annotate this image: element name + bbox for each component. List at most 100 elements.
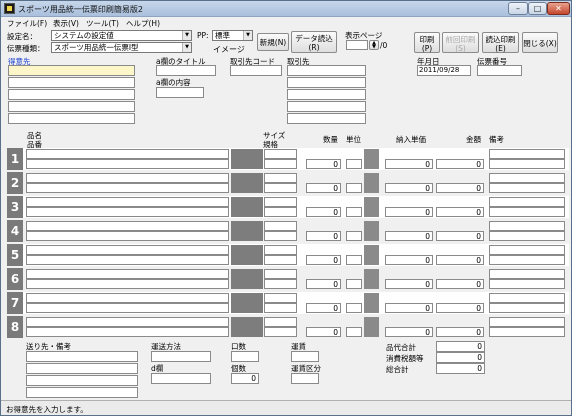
size-field[interactable] [264, 293, 297, 303]
note-field-1[interactable] [489, 293, 565, 303]
fare-field[interactable] [291, 351, 319, 362]
note-field-2[interactable] [489, 207, 565, 217]
qty-field[interactable]: 0 [306, 279, 341, 289]
amount-field[interactable]: 0 [436, 279, 484, 289]
unit-price-field[interactable]: 0 [385, 207, 433, 217]
trade-field-2[interactable] [287, 77, 366, 88]
customer-field-2[interactable] [8, 77, 135, 88]
unit-field[interactable] [346, 255, 362, 265]
spec-field[interactable] [264, 303, 297, 313]
unit-field[interactable] [346, 231, 362, 241]
amount-field[interactable]: 0 [436, 231, 484, 241]
note-field-2[interactable] [489, 183, 565, 193]
minimize-button[interactable]: – [508, 2, 528, 15]
item-number-field[interactable] [26, 279, 229, 289]
close-button[interactable]: 閉じる(X) [522, 32, 558, 53]
page-spinner[interactable]: ▲ ▼ [369, 40, 379, 50]
unit-price-field[interactable]: 0 [385, 183, 433, 193]
menu-tools[interactable]: ツール(T) [86, 18, 119, 29]
size-field[interactable] [264, 197, 297, 207]
amount-field[interactable]: 0 [436, 303, 484, 313]
slip-type-select[interactable]: スポーツ用品統一伝票Ⅰ型 ▼ [51, 42, 192, 53]
unit-price-field[interactable]: 0 [385, 231, 433, 241]
size-field[interactable] [264, 317, 297, 327]
spec-field[interactable] [264, 183, 297, 193]
item-number-field[interactable] [26, 207, 229, 217]
item-name-field[interactable] [26, 221, 229, 231]
menu-file[interactable]: ファイル(F) [7, 18, 47, 29]
settings-select[interactable]: システムの設定値 ▼ [51, 30, 192, 41]
count-field[interactable]: 0 [231, 373, 259, 384]
page-input[interactable] [346, 40, 368, 50]
spec-field[interactable] [264, 327, 297, 337]
ship-field-3[interactable] [26, 375, 138, 386]
note-field-2[interactable] [489, 303, 565, 313]
customer-field-1[interactable] [8, 65, 135, 76]
item-number-field[interactable] [26, 231, 229, 241]
ship-field-1[interactable] [26, 351, 138, 362]
unit-field[interactable] [346, 183, 362, 193]
amount-field[interactable]: 0 [436, 159, 484, 169]
item-name-field[interactable] [26, 269, 229, 279]
note-field-1[interactable] [489, 197, 565, 207]
ship-field-2[interactable] [26, 363, 138, 374]
unit-field[interactable] [346, 327, 362, 337]
trade-field-4[interactable] [287, 101, 366, 112]
trade-code-field[interactable] [230, 65, 282, 76]
item-name-field[interactable] [26, 197, 229, 207]
customer-field-3[interactable] [8, 89, 135, 100]
qty-field[interactable]: 0 [306, 183, 341, 193]
unit-field[interactable] [346, 279, 362, 289]
note-field-1[interactable] [489, 149, 565, 159]
unit-price-field[interactable]: 0 [385, 303, 433, 313]
amount-field[interactable]: 0 [436, 207, 484, 217]
item-number-field[interactable] [26, 327, 229, 337]
note-field-1[interactable] [489, 221, 565, 231]
note-field-2[interactable] [489, 279, 565, 289]
unit-field[interactable] [346, 207, 362, 217]
close-window-button[interactable]: ✕ [547, 2, 570, 15]
ship-field-4[interactable] [26, 387, 138, 398]
menu-help[interactable]: ヘルプ(H) [126, 18, 160, 29]
qty-field[interactable]: 0 [306, 303, 341, 313]
item-number-field[interactable] [26, 183, 229, 193]
load-data-button[interactable]: データ読込(R) [291, 31, 337, 53]
note-field-1[interactable] [489, 173, 565, 183]
item-name-field[interactable] [26, 245, 229, 255]
new-button[interactable]: 新規(N) [257, 33, 289, 51]
unit-price-field[interactable]: 0 [385, 279, 433, 289]
qty-field[interactable]: 0 [306, 207, 341, 217]
item-number-field[interactable] [26, 159, 229, 169]
item-name-field[interactable] [26, 293, 229, 303]
item-name-field[interactable] [26, 149, 229, 159]
load-print-button[interactable]: 読込印刷(E) [482, 32, 519, 53]
slip-number-field[interactable] [477, 65, 522, 76]
size-field[interactable] [264, 245, 297, 255]
kuchi-field[interactable] [231, 351, 259, 362]
note-field-1[interactable] [489, 245, 565, 255]
qty-field[interactable]: 0 [306, 159, 341, 169]
amount-field[interactable]: 0 [436, 255, 484, 265]
spec-field[interactable] [264, 279, 297, 289]
item-number-field[interactable] [26, 255, 229, 265]
a-title-field[interactable] [156, 65, 216, 76]
customer-field-5[interactable] [8, 113, 135, 124]
qty-field[interactable]: 0 [306, 327, 341, 337]
qty-field[interactable]: 0 [306, 231, 341, 241]
note-field-1[interactable] [489, 269, 565, 279]
trade-field-1[interactable] [287, 65, 366, 76]
size-field[interactable] [264, 221, 297, 231]
note-field-1[interactable] [489, 317, 565, 327]
unit-price-field[interactable]: 0 [385, 255, 433, 265]
fare-kubun-field[interactable] [291, 373, 319, 384]
pp-select[interactable]: 標準 ▼ [212, 30, 253, 41]
item-name-field[interactable] [26, 317, 229, 327]
note-field-2[interactable] [489, 255, 565, 265]
menu-view[interactable]: 表示(V) [53, 18, 79, 29]
amount-field[interactable]: 0 [436, 183, 484, 193]
note-field-2[interactable] [489, 231, 565, 241]
spec-field[interactable] [264, 207, 297, 217]
trade-field-5[interactable] [287, 113, 366, 124]
note-field-2[interactable] [489, 159, 565, 169]
date-field[interactable]: 2011/09/28 [417, 65, 471, 76]
